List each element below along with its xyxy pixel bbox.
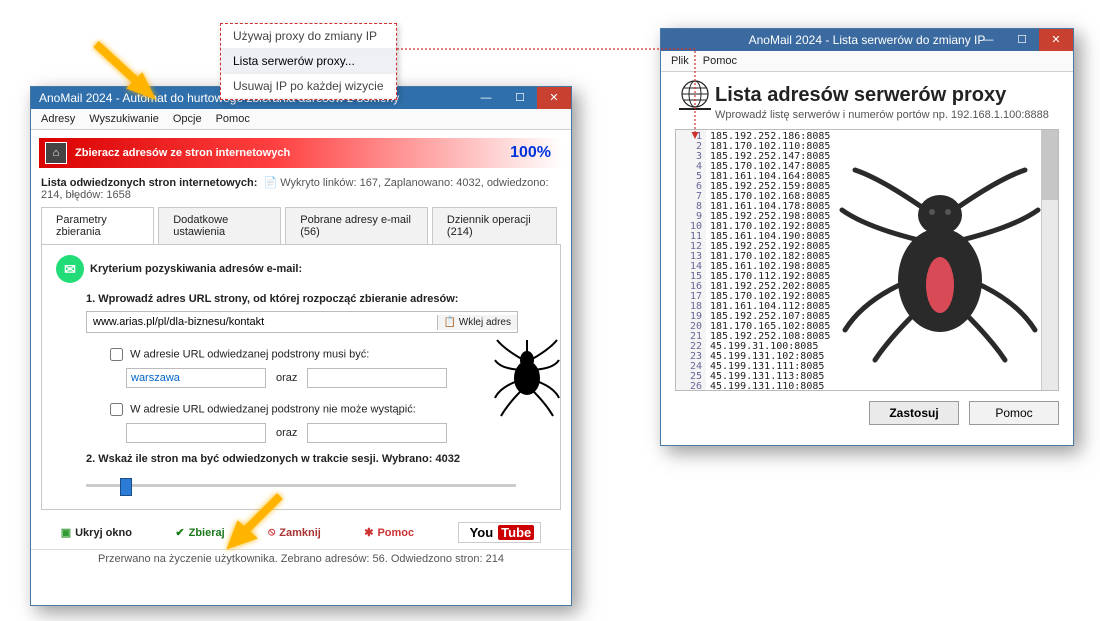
stats-line: Lista odwiedzonych stron internetowych: … [41, 176, 561, 201]
must-input-1[interactable] [126, 368, 266, 388]
menu-opcje[interactable]: Opcje [173, 113, 202, 125]
tab-dziennik[interactable]: Dziennik operacji (214) [432, 207, 557, 244]
tab-pobrane[interactable]: Pobrane adresy e-mail (56) [285, 207, 428, 244]
spider-large-icon [830, 150, 1050, 370]
url-input[interactable] [87, 312, 437, 332]
paste-button[interactable]: 📋 Wklej adres [437, 315, 517, 330]
status-bar: Przerwano na życzenie użytkownika. Zebra… [31, 549, 571, 568]
menu-adresy[interactable]: Adresy [41, 113, 75, 125]
connector-arrow [375, 47, 705, 167]
proxy-menubar: Plik Pomoc [661, 51, 1073, 72]
must-checkbox[interactable] [110, 348, 123, 361]
mustnot-input-1[interactable] [126, 423, 266, 443]
arrow-to-opcje [84, 34, 174, 114]
help-button[interactable]: ✱Pomoc [364, 526, 414, 539]
pages-slider[interactable] [86, 475, 516, 495]
mustnot-input-2[interactable] [307, 423, 447, 443]
proxy-minimize-button[interactable]: — [971, 29, 1005, 51]
menu-wyszukiwanie[interactable]: Wyszukiwanie [89, 113, 159, 125]
globe-icon: ✉ [56, 255, 84, 283]
tabs: Parametry zbierania Dodatkowe ustawienia… [41, 207, 561, 245]
proxy-maximize-button[interactable]: ☐ [1005, 29, 1039, 51]
menu-item-use-proxy[interactable]: Używaj proxy do zmiany IP [221, 24, 396, 49]
menu-item-proxy-list[interactable]: Lista serwerów proxy... [221, 49, 396, 74]
menu-pomoc[interactable]: Pomoc [216, 113, 250, 125]
step2-label: 2. Wskaż ile stron ma być odwiedzonych w… [86, 453, 546, 465]
step1-label: 1. Wprowadź adres URL strony, od której … [86, 293, 546, 305]
youtube-logo[interactable]: YouTube [458, 522, 542, 543]
arrow-to-collect [210, 488, 300, 568]
tab-ustawienia[interactable]: Dodatkowe ustawienia [158, 207, 281, 244]
proxy-heading: Lista adresów serwerów proxy [715, 84, 1049, 107]
proxy-close-button[interactable]: ✕ [1039, 29, 1073, 51]
options-popup-menu[interactable]: Używaj proxy do zmiany IP Lista serwerów… [220, 23, 397, 100]
spider-small-icon [487, 330, 567, 420]
tab-panel: ✉ Kryterium pozyskiwania adresów e-mail:… [41, 245, 561, 510]
proxy-menu-pomoc[interactable]: Pomoc [703, 55, 737, 67]
proxy-help-button[interactable]: Pomoc [969, 401, 1059, 425]
menu-item-clear-ip[interactable]: Usuwaj IP po każdej wizycie [221, 74, 396, 99]
hide-window-button[interactable]: ▣Ukryj okno [61, 526, 132, 539]
proxy-subheading: Wprowadź listę serwerów i numerów portów… [715, 109, 1049, 121]
mustnot-checkbox[interactable] [110, 403, 123, 416]
tab-parametry[interactable]: Parametry zbierania [41, 207, 154, 244]
proxy-titlebar: AnoMail 2024 - Lista serwerów do zmiany … [661, 29, 1073, 51]
app-icon: ⌂ [45, 142, 67, 164]
bottom-bar: ▣Ukryj okno ✔Zbieraj ⦸Zamknij ✱Pomoc You… [31, 516, 571, 549]
apply-button[interactable]: Zastosuj [869, 401, 959, 425]
must-input-2[interactable] [307, 368, 447, 388]
